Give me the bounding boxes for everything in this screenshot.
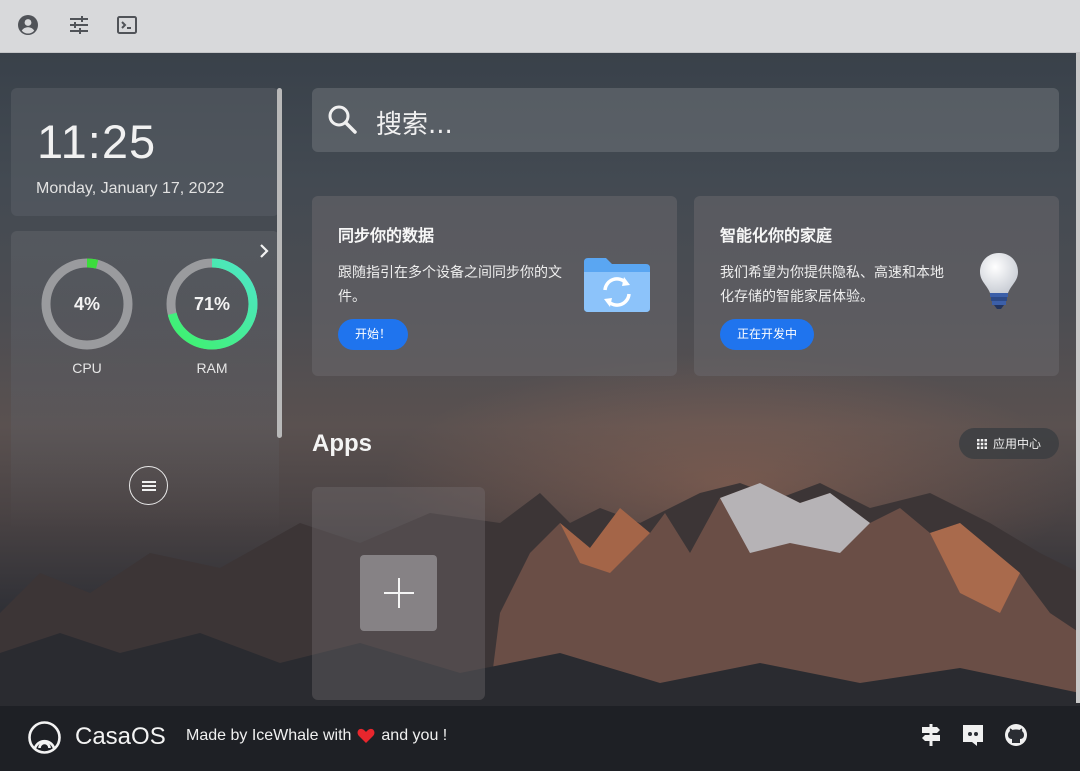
app-store-button[interactable]: 应用中心 [959, 428, 1059, 459]
account-icon[interactable] [15, 12, 41, 38]
ram-value: 71% [193, 293, 231, 314]
clock-date: Monday, January 17, 2022 [36, 180, 225, 197]
top-toolbar [0, 0, 1080, 53]
in-development-button[interactable]: 正在开发中 [720, 319, 815, 350]
add-app-button[interactable] [360, 555, 437, 631]
clock-time: 11:25 [37, 115, 157, 168]
made-by-suffix: and you ! [381, 727, 448, 744]
made-by-text: Made by IceWhale with and you ! [186, 727, 447, 745]
casaos-logo [28, 721, 61, 754]
widgets-menu-button[interactable] [129, 466, 168, 505]
terminal-icon[interactable] [114, 12, 140, 38]
chevron-right-icon[interactable] [256, 240, 274, 262]
brand-name: CasaOS [75, 723, 166, 750]
app-store-label: 应用中心 [992, 437, 1041, 451]
light-bulb-icon [980, 253, 1018, 309]
settings-sliders-icon[interactable] [66, 12, 92, 38]
card-description: 跟随指引在多个设备之间同步你的文件。 [338, 265, 562, 305]
menu-icon [141, 480, 156, 491]
start-button[interactable]: 开始！ [338, 319, 409, 350]
card-description: 我们希望为你提供隐私、高速和本地化存储的智能家居体验。 [720, 265, 944, 305]
cpu-label: CPU [72, 360, 102, 376]
sync-folder-icon [584, 258, 650, 312]
cpu-value: 4% [73, 293, 100, 314]
clock-widget: 11:25 Monday, January 17, 2022 [11, 88, 279, 216]
search-bar[interactable]: 搜索... [312, 88, 1059, 152]
apps-section-title: Apps [312, 430, 372, 457]
widgets-scrollbar[interactable] [277, 88, 282, 438]
footer: CasaOS Made by IceWhale with and you ! [0, 706, 1080, 771]
made-by-prefix: Made by IceWhale with [186, 727, 352, 744]
grid-icon [976, 438, 987, 449]
search-input[interactable]: 搜索... [376, 104, 453, 141]
discord-icon[interactable] [960, 722, 986, 748]
plus-icon [383, 578, 414, 608]
heart-icon [357, 728, 375, 743]
add-app-tile[interactable] [312, 487, 485, 700]
search-icon [328, 105, 357, 134]
smart-home-card: 智能化你的家庭 我们希望为你提供隐私、高速和本地化存储的智能家居体验。 正在开发… [694, 196, 1059, 376]
page-scrollbar[interactable] [1076, 53, 1080, 703]
github-icon[interactable] [1003, 722, 1029, 748]
ram-label: RAM [196, 360, 228, 376]
card-title: 同步你的数据 [338, 226, 435, 245]
card-title: 智能化你的家庭 [720, 226, 833, 245]
signpost-icon[interactable] [918, 722, 944, 748]
sync-data-card: 同步你的数据 跟随指引在多个设备之间同步你的文件。 开始！ [312, 196, 677, 376]
